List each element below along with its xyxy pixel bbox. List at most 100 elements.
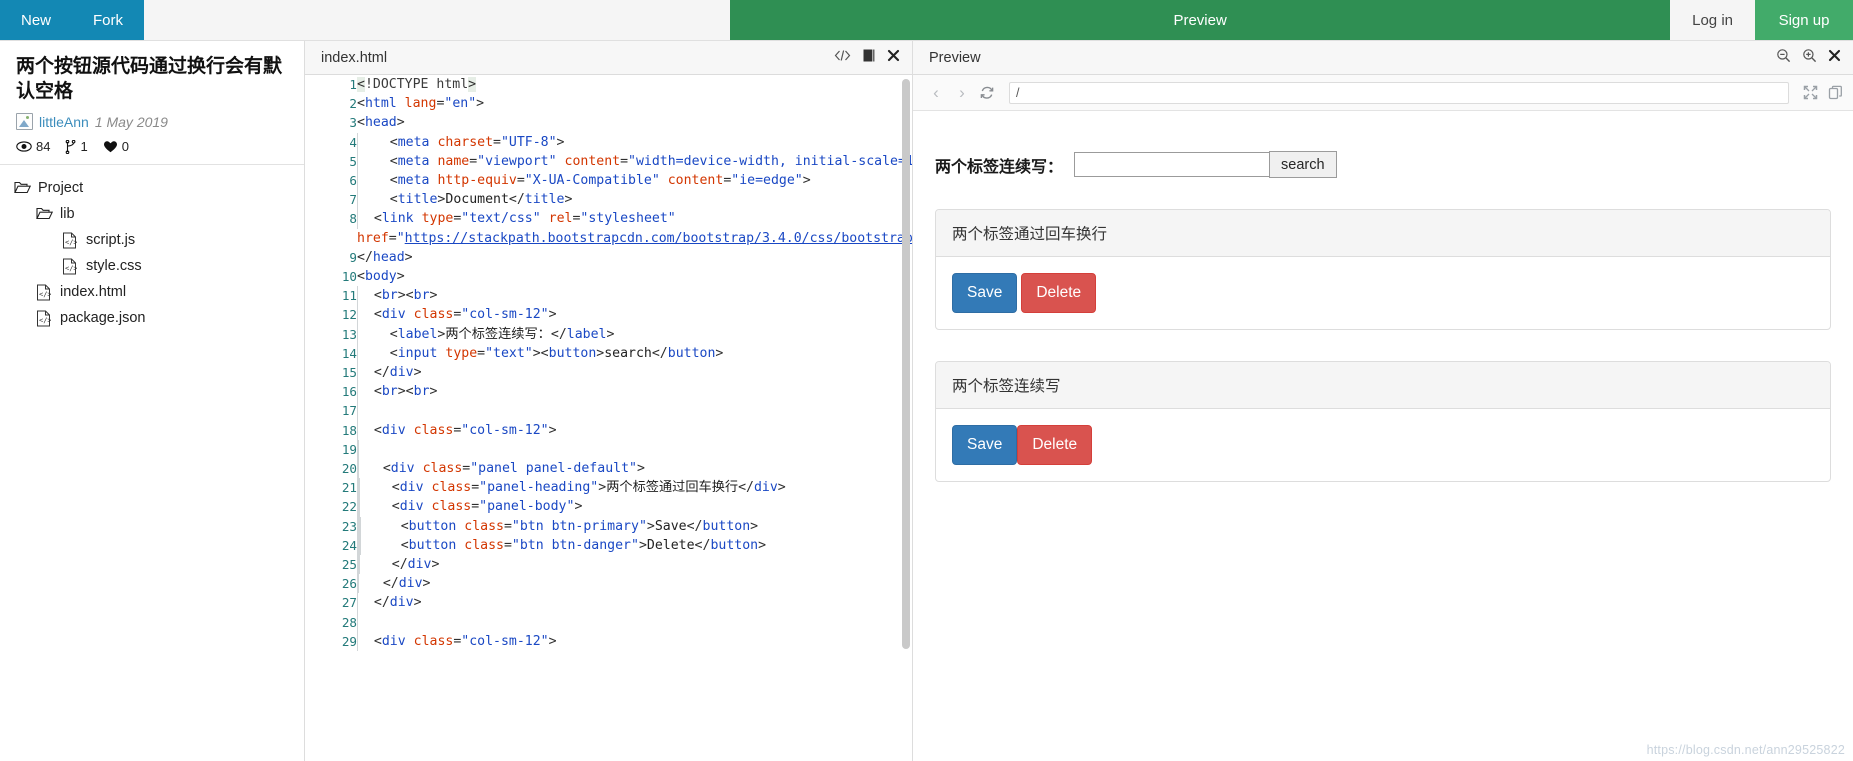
- folder-open-icon: [14, 180, 32, 197]
- code-text: </head>: [357, 249, 413, 265]
- code-text: <title>Document</title>: [357, 190, 912, 210]
- code-text: <br><br>: [357, 286, 912, 306]
- forward-icon[interactable]: ›: [953, 84, 971, 101]
- tree-file-script-js[interactable]: </> script.js: [0, 227, 304, 253]
- editor-tab-title[interactable]: index.html: [321, 50, 387, 66]
- tree-label: Project: [38, 180, 84, 197]
- tree-label: index.html: [60, 284, 127, 301]
- code-text: <head>: [357, 115, 405, 131]
- code-area[interactable]: 1 <!DOCTYPE html> 2 <html lang="en"> 3 <hea…: [305, 75, 912, 761]
- line-number: 21: [341, 480, 357, 496]
- tree-folder-project[interactable]: Project: [0, 175, 304, 201]
- new-button[interactable]: New: [0, 0, 72, 40]
- likes-count: 0: [121, 139, 129, 155]
- zoom-out-icon[interactable]: [1776, 48, 1791, 67]
- back-icon[interactable]: ‹: [927, 84, 945, 101]
- code-line: 20 <div class="panel panel-default">: [305, 459, 912, 479]
- panel-body: Save Delete: [936, 257, 1830, 329]
- expand-icon[interactable]: [1803, 85, 1818, 100]
- panel-inline: 两个标签连续写 Save Delete: [935, 361, 1831, 482]
- code-line: 22 <div class="panel-body">: [305, 497, 912, 517]
- code-file-icon: </>: [36, 284, 53, 301]
- editor-scrollbar[interactable]: [902, 79, 910, 649]
- author-row: littleAnn 1 May 2019: [16, 113, 288, 131]
- eye-icon: [16, 141, 32, 152]
- sidebar: 两个按钮源代码通过换行会有默认空格 littleAnn 1 May 2019 8…: [0, 41, 305, 761]
- line-number: 26: [341, 576, 357, 592]
- code-text: <div class="col-sm-12">: [357, 631, 912, 652]
- line-number: 27: [341, 595, 357, 611]
- preview-toolbar: ‹ › /: [913, 75, 1853, 111]
- tree-file-style-css[interactable]: </> style.css: [0, 253, 304, 279]
- line-number: 4: [349, 134, 357, 150]
- forks-stat: 1: [65, 139, 88, 154]
- url-text: /: [1016, 85, 1020, 100]
- login-link[interactable]: Log in: [1670, 0, 1755, 40]
- search-input[interactable]: [1074, 152, 1271, 177]
- popout-icon[interactable]: [1828, 85, 1843, 100]
- url-input[interactable]: /: [1009, 81, 1789, 104]
- views-stat: 84: [16, 139, 50, 154]
- code-file-icon: </>: [62, 258, 79, 275]
- code-line: 10 <body>: [305, 267, 912, 286]
- tree-file-index-html[interactable]: </> index.html: [0, 279, 304, 305]
- code-text: <div class="panel-heading">两个标签通过回车换行</d…: [357, 478, 912, 498]
- code-line: 17: [305, 401, 912, 421]
- code-text: <body>: [357, 269, 405, 285]
- delete-button[interactable]: Delete: [1017, 425, 1093, 465]
- line-number: 15: [341, 365, 357, 381]
- preview-button[interactable]: Preview: [730, 0, 1671, 40]
- heart-icon: [103, 140, 118, 153]
- code-table: 1 <!DOCTYPE html> 2 <html lang="en"> 3 <hea…: [305, 75, 912, 652]
- code-text: <div class="panel panel-default">: [357, 459, 912, 479]
- author-name[interactable]: littleAnn: [39, 114, 89, 130]
- code-text: <link type="text/css" rel="stylesheet" h…: [357, 209, 912, 246]
- code-line: 19: [305, 439, 912, 460]
- tree-file-package-json[interactable]: </> package.json: [0, 305, 304, 331]
- fork-button[interactable]: Fork: [72, 0, 144, 40]
- line-number: 23: [341, 518, 357, 534]
- preview-pane: Preview ‹ › / 两个标签连续写： search 两个标签通过回车换行…: [913, 41, 1853, 761]
- code-text: <!DOCTYPE html>: [357, 77, 477, 92]
- code-line: 14 <input type="text"><button>search</bu…: [305, 343, 912, 364]
- code-line: 7 <title>Document</title>: [305, 190, 912, 210]
- svg-text:</>: </>: [39, 290, 51, 298]
- signup-button[interactable]: Sign up: [1755, 0, 1853, 40]
- search-form-label: 两个标签连续写：: [935, 158, 1064, 176]
- search-button[interactable]: search: [1269, 151, 1337, 178]
- line-number: 16: [341, 384, 357, 400]
- code-text: [357, 439, 912, 460]
- refresh-icon[interactable]: [979, 85, 995, 101]
- line-number: 24: [341, 537, 357, 553]
- code-text: <label>两个标签连续写：</label>: [357, 324, 912, 344]
- line-number: 13: [341, 326, 357, 342]
- close-icon[interactable]: [887, 49, 900, 66]
- workspace: 两个按钮源代码通过换行会有默认空格 littleAnn 1 May 2019 8…: [0, 41, 1853, 761]
- book-icon[interactable]: [862, 48, 876, 67]
- code-text: </div>: [357, 593, 912, 613]
- save-button[interactable]: Save: [952, 273, 1018, 313]
- topbar-left-group: New Fork: [0, 0, 144, 40]
- line-number: 8: [349, 211, 357, 227]
- delete-button[interactable]: Delete: [1021, 273, 1097, 313]
- code-text: </div>: [357, 555, 912, 575]
- tree-folder-lib[interactable]: lib: [0, 201, 304, 227]
- code-text: <meta charset="UTF-8">: [357, 132, 912, 152]
- panel-newline: 两个标签通过回车换行 Save Delete: [935, 209, 1831, 330]
- code-line: 11 <br><br>: [305, 286, 912, 306]
- code-line: 16 <br><br>: [305, 382, 912, 402]
- tree-label: script.js: [86, 232, 136, 249]
- line-number: 6: [349, 173, 357, 189]
- tree-label: package.json: [60, 310, 146, 327]
- code-line: 3 <head>: [305, 113, 912, 132]
- line-number: 5: [349, 153, 357, 169]
- close-icon[interactable]: [1828, 49, 1841, 66]
- code-text: <meta http-equiv="X-UA-Compatible" conte…: [357, 171, 912, 191]
- code-file-icon: </>: [36, 310, 53, 327]
- code-text: [357, 612, 912, 632]
- code-icon[interactable]: [834, 49, 851, 66]
- zoom-in-icon[interactable]: [1802, 48, 1817, 67]
- line-number: 18: [341, 422, 357, 438]
- panel-body: Save Delete: [936, 409, 1830, 481]
- save-button[interactable]: Save: [952, 425, 1018, 465]
